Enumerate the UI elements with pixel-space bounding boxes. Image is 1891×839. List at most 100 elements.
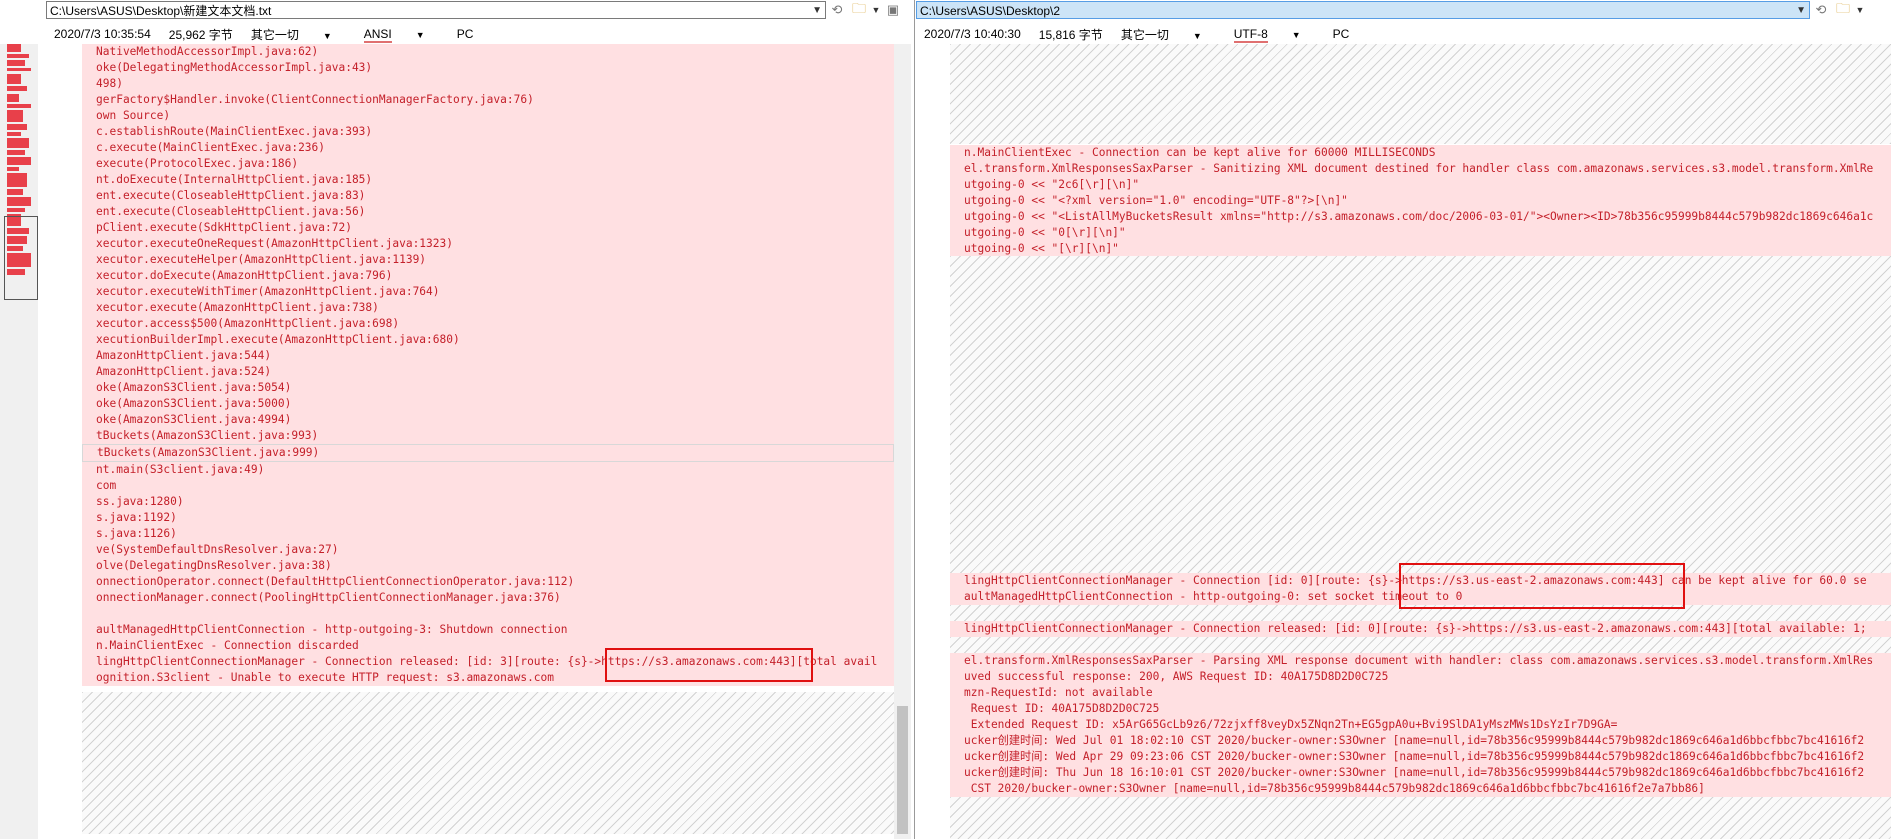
left-path-text: C:\Users\ASUS\Desktop\新建文本文档.txt (50, 4, 272, 18)
right-file-date: 2020/7/3 10:40:30 (924, 27, 1021, 41)
left-scrollbar[interactable] (894, 44, 911, 839)
right-empty-region-5 (950, 797, 1891, 839)
right-compare-option[interactable]: 其它一切 ▼ (1121, 26, 1220, 43)
code-line: utgoing-0 << "2c6[\r][\n]" (964, 178, 1140, 191)
right-gutter (916, 44, 950, 839)
right-info-bar: 2020/7/3 10:40:30 15,816 字节 其它一切 ▼ UTF-8 ▼… (924, 24, 1367, 44)
overview-diff-marker (7, 54, 29, 58)
right-path-input[interactable]: C:\Users\ASUS\Desktop\2 ▼ (916, 1, 1810, 19)
code-line: ucker创建时间: Thu Jun 18 16:10:01 CST 2020/… (964, 766, 1865, 779)
code-line: own Source) (96, 109, 171, 122)
highlight-box-left-url (605, 648, 813, 682)
code-line: xecutor.execute(AmazonHttpClient.java:73… (96, 301, 379, 314)
chevron-down-icon: ▼ (415, 30, 425, 40)
code-line: c.execute(MainClientExec.java:236) (96, 141, 326, 154)
overview-diff-marker (7, 86, 27, 91)
code-line: oke(AmazonS3Client.java:4994) (96, 413, 292, 426)
overview-viewport-frame[interactable] (4, 216, 38, 300)
code-line: aultManagedHttpClientConnection - http-o… (96, 623, 568, 636)
code-line: xecutor.doExecute(AmazonHttpClient.java:… (96, 269, 393, 282)
overview-diff-marker (7, 44, 21, 52)
overview-diff-marker (7, 132, 21, 136)
right-empty-region-1 (950, 44, 1891, 144)
overview-diff-marker (7, 60, 25, 66)
highlight-box-right-url (1399, 563, 1685, 609)
chevron-down-icon: ▼ (1192, 30, 1202, 41)
chevron-down-icon[interactable]: ▼ (1796, 2, 1806, 20)
code-line: Extended Request ID: x5ArG65GcLb9z6/72zj… (964, 718, 1618, 731)
code-line: utgoing-0 << "<?xml version="1.0" encodi… (964, 194, 1348, 207)
right-path-text: C:\Users\ASUS\Desktop\2 (920, 4, 1061, 18)
code-line: AmazonHttpClient.java:544) (96, 349, 272, 362)
overview-diff-marker (7, 150, 25, 155)
left-path-input[interactable]: C:\Users\ASUS\Desktop\新建文本文档.txt ▼ (46, 1, 826, 19)
code-line: onnectionManager.connect(PoolingHttpClie… (96, 591, 561, 604)
code-line: c.establishRoute(MainClientExec.java:393… (96, 125, 373, 138)
code-line: ucker创建时间: Wed Jul 01 18:02:10 CST 2020/… (964, 734, 1865, 747)
code-line: xecutor.executeOneRequest(AmazonHttpClie… (96, 237, 453, 250)
overview-diff-marker (7, 110, 23, 122)
left-encoding-select[interactable]: ANSI ▼ (363, 27, 443, 43)
left-encoding-label: ANSI (363, 27, 392, 43)
right-file-pane: n.MainClientExec - Connection can be kep… (916, 44, 1891, 839)
code-line: xecutor.access$500(AmazonHttpClient.java… (96, 317, 400, 330)
folder-icon[interactable]: 🗀 (1832, 0, 1854, 19)
code-line: uved successful response: 200, AWS Reque… (964, 670, 1389, 683)
code-line: s.java:1192) (96, 511, 177, 524)
overview-diff-marker (7, 104, 31, 108)
left-diff-lines: NativeMethodAccessorImpl.java:62) oke(Del… (82, 44, 894, 686)
left-compare-option-label: 其它一切 (250, 27, 299, 42)
code-line: oke(AmazonS3Client.java:5054) (96, 381, 292, 394)
refresh-icon[interactable]: ⟲ (1810, 1, 1832, 19)
left-file-date: 2020/7/3 10:35:54 (54, 27, 151, 41)
code-line: ent.execute(CloseableHttpClient.java:56) (96, 205, 366, 218)
diff-overview-map[interactable] (0, 44, 38, 839)
folder-icon[interactable]: 🗀 (848, 0, 870, 19)
code-line: ent.execute(CloseableHttpClient.java:83) (96, 189, 366, 202)
code-line: ve(SystemDefaultDnsResolver.java:27) (96, 543, 339, 556)
code-line: AmazonHttpClient.java:524) (96, 365, 272, 378)
left-gutter (46, 44, 82, 839)
right-path-bar: C:\Users\ASUS\Desktop\2 ▼ ⟲ 🗀 ▼ (916, 0, 1866, 20)
save-icon[interactable]: ▣ (882, 1, 904, 19)
right-encoding-select[interactable]: UTF-8 ▼ (1233, 27, 1319, 43)
code-line: execute(ProtocolExec.java:186) (96, 157, 299, 170)
code-line: xecutor.executeWithTimer(AmazonHttpClien… (96, 285, 440, 298)
right-text-area[interactable]: n.MainClientExec - Connection can be kep… (950, 44, 1891, 839)
right-diff-block-3: lingHttpClientConnectionManager - Connec… (950, 621, 1891, 637)
right-compare-option-label: 其它一切 (1120, 27, 1169, 42)
refresh-icon[interactable]: ⟲ (826, 1, 848, 19)
overview-diff-marker (7, 94, 19, 102)
overview-diff-marker (7, 157, 31, 165)
right-diff-block-1: n.MainClientExec - Connection can be kep… (950, 145, 1891, 257)
left-file-size: 25,962 字节 (168, 27, 233, 42)
code-line: CST 2020/bucker-owner:S3Owner [name=null… (964, 782, 1705, 795)
overview-diff-marker (7, 124, 27, 130)
left-text-area[interactable]: NativeMethodAccessorImpl.java:62) oke(Del… (82, 44, 894, 839)
overview-diff-marker (7, 208, 25, 212)
left-line-ending: PC (456, 27, 474, 41)
left-scrollbar-thumb[interactable] (897, 706, 908, 834)
chevron-down-icon[interactable]: ▼ (1854, 1, 1866, 19)
chevron-down-icon[interactable]: ▼ (812, 2, 822, 20)
pane-divider[interactable] (914, 0, 915, 839)
code-line: mzn-RequestId: not available (964, 686, 1153, 699)
code-line: lingHttpClientConnectionManager - Connec… (964, 622, 1867, 635)
code-line: xecutionBuilderImpl.execute(AmazonHttpCl… (96, 333, 460, 346)
left-path-bar: C:\Users\ASUS\Desktop\新建文本文档.txt ▼ ⟲ 🗀 ▼… (46, 0, 904, 20)
code-line: oke(AmazonS3Client.java:5000) (96, 397, 292, 410)
overview-diff-marker (7, 197, 31, 206)
overview-diff-marker (7, 68, 31, 71)
chevron-down-icon[interactable]: ▼ (870, 1, 882, 19)
code-line: ucker创建时间: Wed Apr 29 09:23:06 CST 2020/… (964, 750, 1865, 763)
code-line: pClient.execute(SdkHttpClient.java:72) (96, 221, 352, 234)
code-line: gerFactory$Handler.invoke(ClientConnecti… (96, 93, 534, 106)
code-line: utgoing-0 << "[\r][\n]" (964, 242, 1119, 255)
overview-diff-marker (7, 167, 19, 171)
code-line: olve(DelegatingDnsResolver.java:38) (96, 559, 332, 572)
overview-diff-marker (7, 138, 29, 148)
left-compare-option[interactable]: 其它一切 ▼ (251, 26, 350, 43)
left-file-pane: NativeMethodAccessorImpl.java:62) oke(Del… (46, 44, 912, 839)
code-line: el.transform.XmlResponsesSaxParser - San… (964, 162, 1874, 175)
